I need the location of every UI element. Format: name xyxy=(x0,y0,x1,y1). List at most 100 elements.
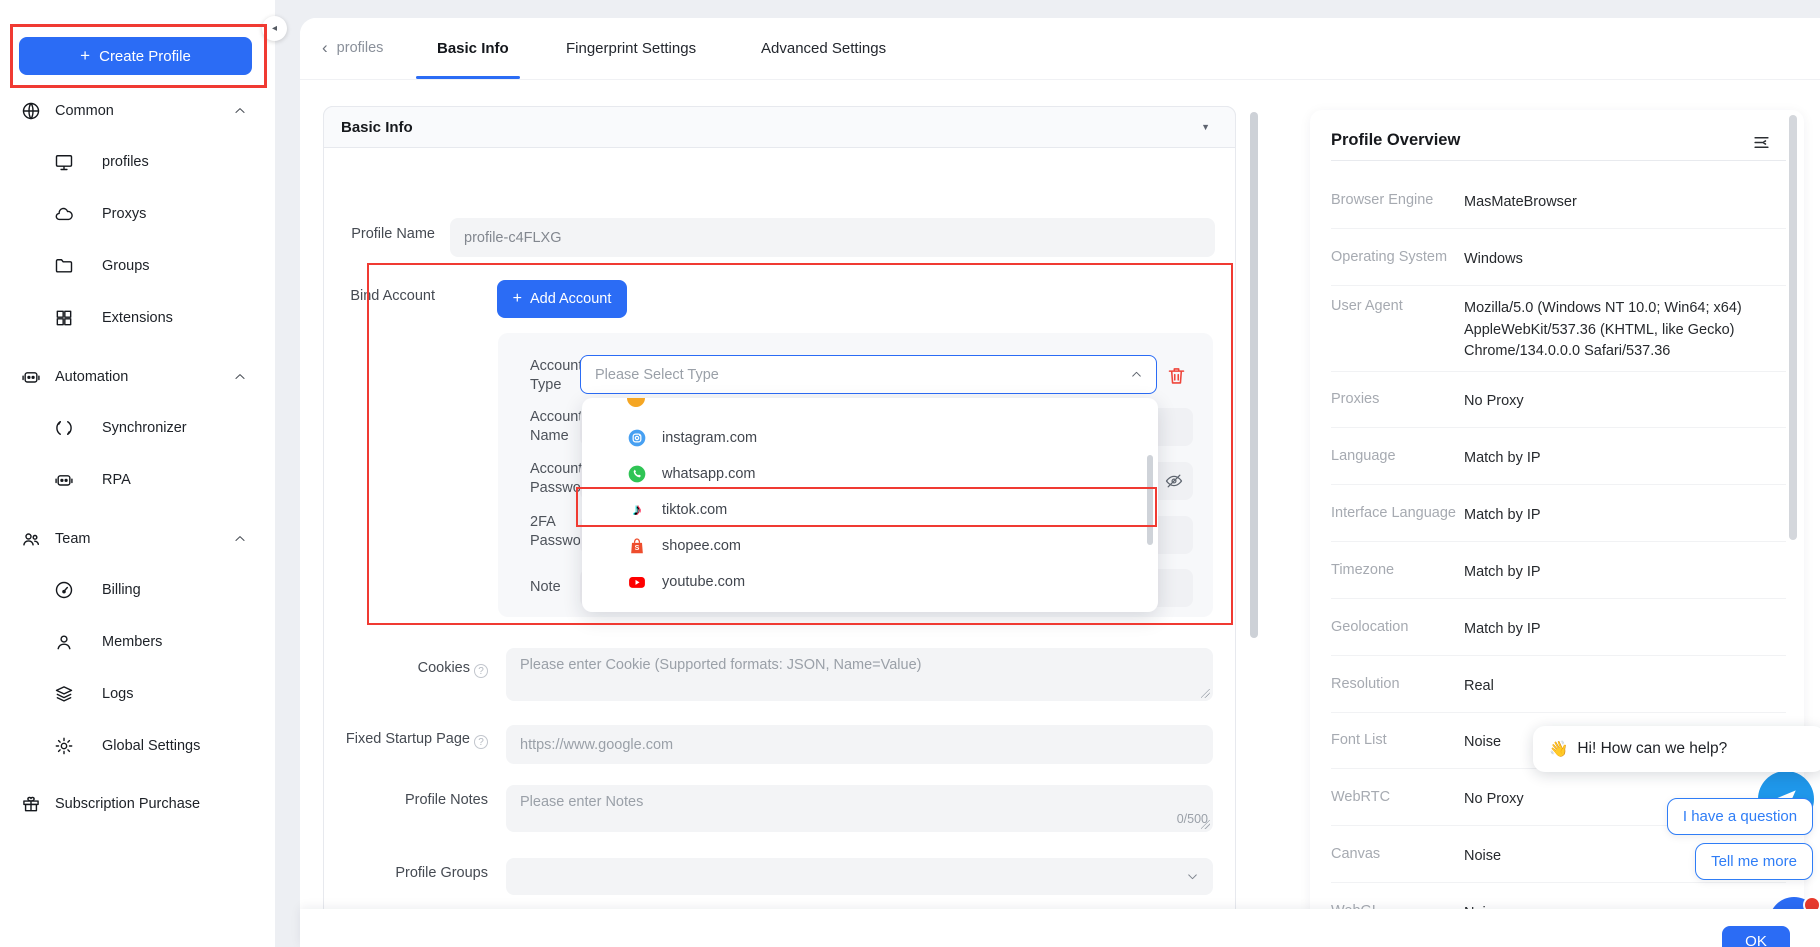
overview-label-proxies: Proxies xyxy=(1331,391,1466,407)
sidebar-item-label: Global Settings xyxy=(102,738,200,754)
profile-groups-select[interactable] xyxy=(506,858,1213,895)
chat-greeting-text: Hi! How can we help? xyxy=(1577,740,1727,758)
sidebar-item-members[interactable]: Members xyxy=(0,627,275,657)
fixed-startup-page-label: Fixed Startup Page? xyxy=(310,731,488,749)
sidebar-item-automation[interactable]: Automation xyxy=(0,362,275,392)
fixed-startup-page-input[interactable]: https://www.google.com xyxy=(506,725,1213,764)
divider xyxy=(1331,160,1786,161)
profile-notes-textarea[interactable]: Please enter Notes xyxy=(506,785,1213,832)
profile-name-input[interactable]: profile-c4FLXG xyxy=(450,218,1215,257)
profile-name-label: Profile Name xyxy=(330,226,435,242)
sidebar-collapse-button[interactable]: ◂ xyxy=(262,16,287,41)
shopee-icon: S xyxy=(627,536,647,556)
chat-quick-reply-tell-me-more[interactable]: Tell me more xyxy=(1695,843,1813,880)
overview-value-operating-system: Windows xyxy=(1464,249,1796,271)
resize-handle[interactable] xyxy=(1201,689,1210,698)
tab-fingerprint-settings[interactable]: Fingerprint Settings xyxy=(566,40,696,57)
chevron-up-icon[interactable] xyxy=(233,104,247,118)
dropdown-option-label: tiktok.com xyxy=(662,502,727,518)
footer-bar xyxy=(300,909,1820,947)
chevron-up-icon[interactable] xyxy=(233,370,247,384)
dropdown-scrollbar[interactable] xyxy=(1147,455,1153,545)
sidebar-item-global-settings[interactable]: Global Settings xyxy=(0,731,275,761)
dropdown-option-youtube-com[interactable]: youtube.com xyxy=(582,564,1158,600)
profile-notes-label: Profile Notes xyxy=(330,792,488,808)
collapse-card-icon[interactable]: ▼ xyxy=(1201,122,1210,132)
divider xyxy=(1331,598,1786,599)
overview-scrollbar[interactable] xyxy=(1789,115,1797,540)
overview-label-interface-language: Interface Language xyxy=(1331,505,1466,521)
sidebar-item-subscription-purchase[interactable]: Subscription Purchase xyxy=(0,789,275,819)
divider xyxy=(1331,655,1786,656)
waving-hand-emoji: 👋 xyxy=(1549,740,1568,759)
youtube-icon xyxy=(627,572,647,592)
chevron-up-icon[interactable] xyxy=(233,532,247,546)
sidebar-item-label: Automation xyxy=(55,369,128,385)
sidebar-item-groups[interactable]: Groups xyxy=(0,251,275,281)
chat-greeting-bubble[interactable]: 👋 Hi! How can we help? xyxy=(1533,726,1820,772)
sidebar-item-extensions[interactable]: Extensions xyxy=(0,303,275,333)
profile-overview-title: Profile Overview xyxy=(1331,131,1460,150)
sidebar-item-common[interactable]: Common xyxy=(0,96,275,126)
plus-icon: + xyxy=(80,46,90,66)
sidebar-item-rpa[interactable]: RPA xyxy=(0,465,275,495)
back-to-profiles-link[interactable]: ‹ profiles xyxy=(322,40,383,56)
dropdown-option-label: youtube.com xyxy=(662,574,745,590)
tiktok-icon: ♪ xyxy=(627,500,647,520)
create-profile-button[interactable]: + Create Profile xyxy=(19,37,252,75)
profile-groups-label: Profile Groups xyxy=(330,865,488,881)
plus-icon: + xyxy=(513,290,522,308)
ok-button[interactable]: OK xyxy=(1722,926,1790,947)
tab-basic-info[interactable]: Basic Info xyxy=(437,40,509,57)
divider xyxy=(1331,285,1786,286)
sidebar-item-label: profiles xyxy=(102,154,149,170)
divider xyxy=(1331,371,1786,372)
overview-label-canvas: Canvas xyxy=(1331,846,1466,862)
overview-label-font-list: Font List xyxy=(1331,732,1466,748)
divider xyxy=(1331,712,1786,713)
account-type-placeholder: Please Select Type xyxy=(595,367,719,383)
sidebar-item-label: RPA xyxy=(102,472,131,488)
basic-info-card-header: Basic Info ▼ xyxy=(323,106,1236,148)
active-tab-underline xyxy=(416,76,520,79)
account-type-select[interactable]: Please Select Type xyxy=(580,355,1157,394)
sidebar-item-label: Subscription Purchase xyxy=(55,796,200,812)
sidebar-item-profiles[interactable]: profiles xyxy=(0,147,275,177)
globe-icon xyxy=(21,101,41,121)
main-scrollbar[interactable] xyxy=(1250,112,1258,638)
sidebar-item-label: Team xyxy=(55,531,90,547)
sidebar-item-label: Members xyxy=(102,634,162,650)
chat-quick-reply-question[interactable]: I have a question xyxy=(1667,798,1813,835)
sidebar-item-label: Proxys xyxy=(102,206,146,222)
sidebar-item-logs[interactable]: Logs xyxy=(0,679,275,709)
help-icon[interactable]: ? xyxy=(474,735,488,749)
cookies-textarea[interactable]: Please enter Cookie (Supported formats: … xyxy=(506,648,1213,701)
overview-value-user-agent: Mozilla/5.0 (Windows NT 10.0; Win64; x64… xyxy=(1464,298,1796,363)
gift-icon xyxy=(21,794,41,814)
layers-icon xyxy=(54,684,74,704)
dropdown-option-tiktok-com[interactable]: ♪ tiktok.com xyxy=(582,492,1158,528)
help-icon[interactable]: ? xyxy=(474,664,488,678)
robot-icon xyxy=(54,470,74,490)
dropdown-option-shopee-com[interactable]: Sshopee.com xyxy=(582,528,1158,564)
divider xyxy=(1331,228,1786,229)
sidebar-item-proxys[interactable]: Proxys xyxy=(0,199,275,229)
tab-advanced-settings[interactable]: Advanced Settings xyxy=(761,40,886,57)
password-visibility-eye-slash-icon[interactable] xyxy=(1164,471,1184,491)
sidebar-item-synchronizer[interactable]: Synchronizer xyxy=(0,413,275,443)
overview-value-geolocation: Match by IP xyxy=(1464,619,1796,641)
back-link-label: profiles xyxy=(337,40,384,56)
sidebar-item-billing[interactable]: Billing xyxy=(0,575,275,605)
chevron-left-icon: ‹ xyxy=(322,41,328,55)
grid-icon xyxy=(54,308,74,328)
add-account-button[interactable]: + Add Account xyxy=(497,280,627,318)
dropdown-option-instagram-com[interactable]: instagram.com xyxy=(582,420,1158,456)
delete-account-trash-icon[interactable] xyxy=(1166,365,1187,386)
overview-label-browser-engine: Browser Engine xyxy=(1331,192,1466,208)
dropdown-option-whatsapp-com[interactable]: whatsapp.com xyxy=(582,456,1158,492)
overview-label-geolocation: Geolocation xyxy=(1331,619,1466,635)
sidebar-item-label: Billing xyxy=(102,582,141,598)
overview-value-proxies: No Proxy xyxy=(1464,391,1796,413)
sidebar-item-team[interactable]: Team xyxy=(0,524,275,554)
overview-filter-icon[interactable] xyxy=(1752,133,1771,152)
